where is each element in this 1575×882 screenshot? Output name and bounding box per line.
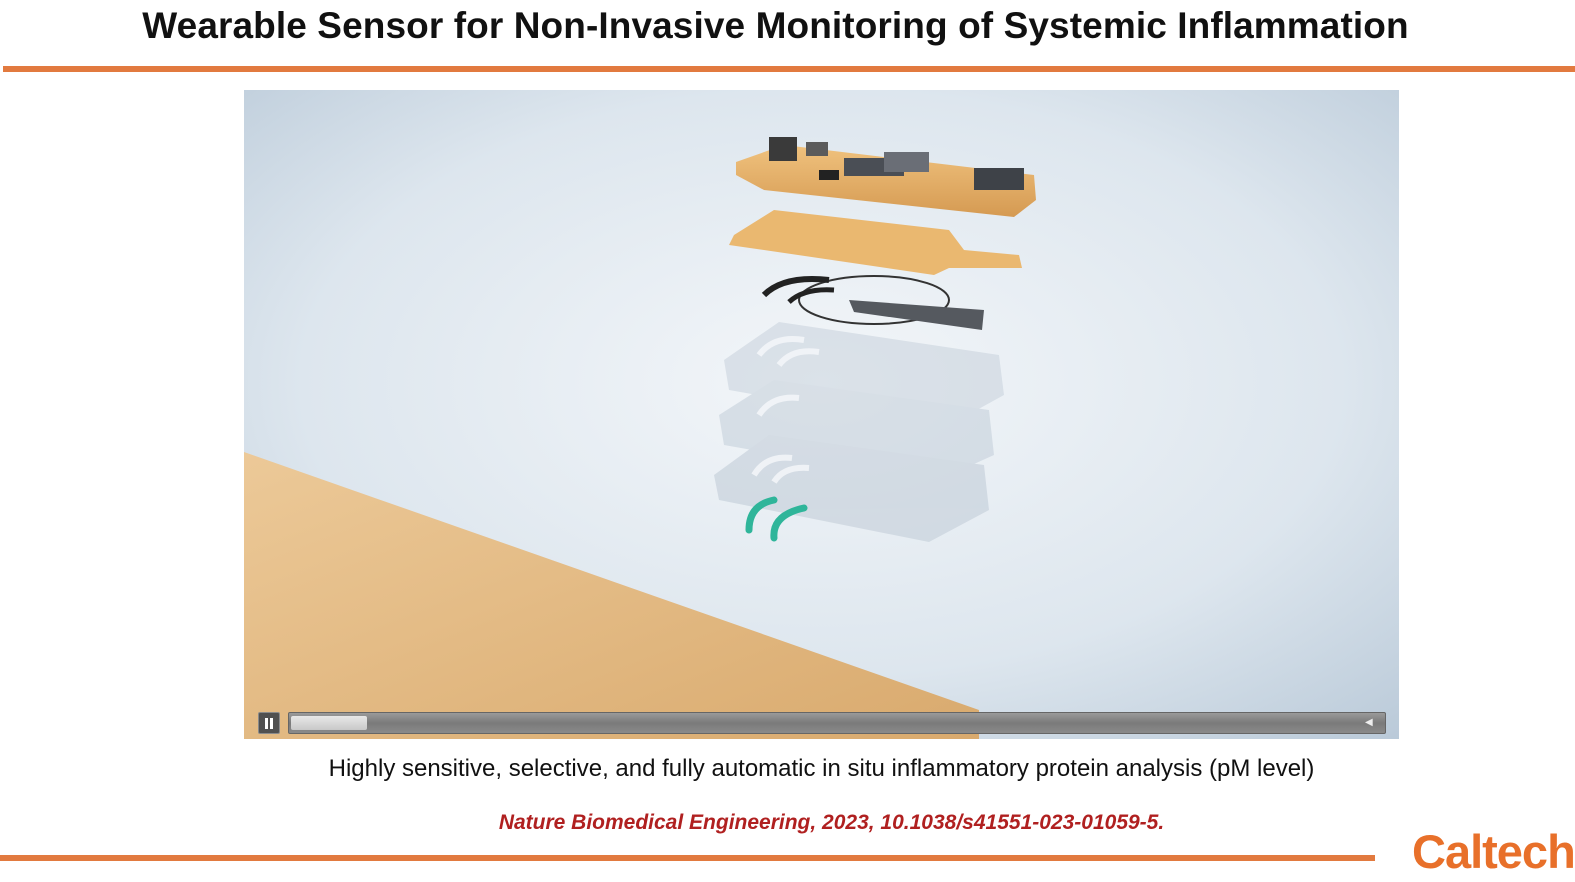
seek-progress: [291, 716, 368, 730]
top-divider: [3, 66, 1575, 72]
seek-bar[interactable]: ◀: [288, 712, 1386, 734]
video-player[interactable]: ◀: [244, 90, 1399, 739]
video-frame-image: [244, 90, 1399, 739]
volume-icon[interactable]: ◀: [1365, 717, 1379, 729]
citation: Nature Biomedical Engineering, 2023, 10.…: [498, 811, 1165, 834]
caltech-logo: Caltech: [1412, 825, 1575, 878]
pause-icon: [265, 718, 268, 729]
bottom-divider: [0, 855, 1375, 861]
pause-button[interactable]: [258, 712, 280, 734]
video-caption: Highly sensitive, selective, and fully a…: [328, 755, 1315, 782]
slide-title: Wearable Sensor for Non-Invasive Monitor…: [142, 5, 1409, 46]
video-controls: ◀: [254, 710, 1389, 734]
